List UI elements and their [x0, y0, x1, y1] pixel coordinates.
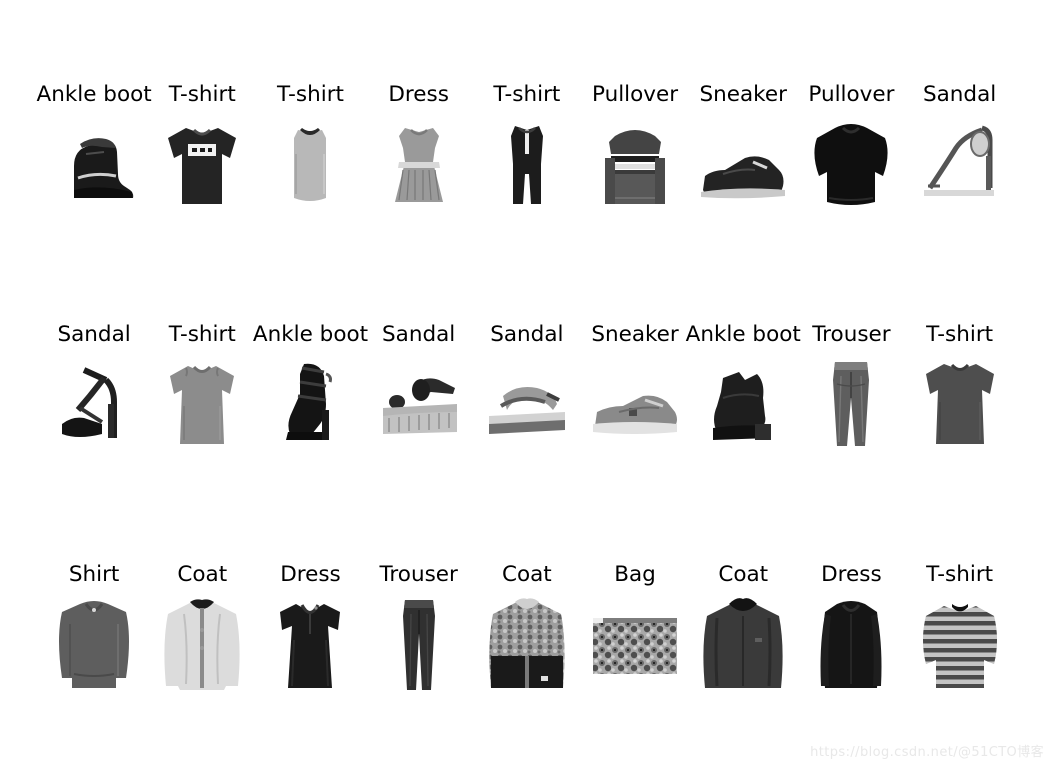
- sample-cell: T-shirt: [473, 62, 581, 302]
- sample-cell: Sneaker: [689, 62, 797, 302]
- sandal-flat-strap-icon: [476, 354, 577, 454]
- sample-label: Pullover: [591, 82, 679, 107]
- romper-dark-icon: [476, 114, 577, 214]
- tank-top-light-icon: [260, 114, 361, 214]
- sample-label: Coat: [177, 562, 228, 587]
- tshirt-striped-icon: [909, 594, 1010, 694]
- sandal-wedge-icon: [368, 354, 469, 454]
- dress-pleated-grey-icon: [368, 114, 469, 214]
- sample-label: T-shirt: [168, 82, 236, 107]
- bag-patterned-clutch-icon: [585, 594, 686, 694]
- sample-grid: Ankle boot T-shirt T-shirt Dress T-shirt…: [36, 62, 1014, 782]
- sample-label: Dress: [280, 562, 341, 587]
- sample-cell: Sandal: [40, 302, 148, 542]
- sample-label: T-shirt: [276, 82, 344, 107]
- sample-label: Sandal: [382, 322, 456, 347]
- fashion-mnist-sample-figure: Ankle boot T-shirt T-shirt Dress T-shirt…: [0, 0, 1054, 772]
- sample-cell: T-shirt: [148, 62, 256, 302]
- sample-label: Ankle boot: [252, 322, 369, 347]
- sample-cell: Ankle boot: [686, 302, 801, 542]
- sample-label: T-shirt: [493, 82, 561, 107]
- coat-patterned-hooded-icon: [476, 594, 577, 694]
- sample-label: Sandal: [57, 322, 131, 347]
- sample-label: Sandal: [922, 82, 997, 107]
- sample-label: Sneaker: [591, 322, 679, 347]
- sample-cell: T-shirt: [256, 62, 364, 302]
- tshirt-grey-short-sleeve-icon: [152, 354, 253, 454]
- sample-cell: Trouser: [797, 302, 905, 542]
- sample-cell: Bag: [581, 542, 689, 782]
- sample-cell: T-shirt: [906, 302, 1014, 542]
- sample-cell: Sandal: [473, 302, 581, 542]
- sample-label: T-shirt: [926, 322, 994, 347]
- tshirt-dark-grey-icon: [909, 354, 1010, 454]
- sample-cell: Shirt: [40, 542, 148, 782]
- sneaker-grey-low-icon: [585, 354, 686, 454]
- sample-cell: Pullover: [797, 62, 905, 302]
- ankle-boot-high-top-icon: [44, 114, 145, 214]
- trouser-jeans-icon: [801, 354, 902, 454]
- dress-dark-short-sleeve-icon: [260, 594, 361, 694]
- pullover-striped-icon: [585, 114, 686, 214]
- sample-cell: Sandal: [365, 302, 473, 542]
- sample-label: Trouser: [379, 562, 458, 587]
- sample-cell: Pullover: [581, 62, 689, 302]
- ankle-boot-heel-buckle-icon: [260, 354, 361, 454]
- sample-cell: T-shirt: [148, 302, 256, 542]
- sample-label: Bag: [614, 562, 656, 587]
- sample-label: T-shirt: [926, 562, 994, 587]
- dress-black-long-sleeve-icon: [801, 594, 902, 694]
- sample-cell: Coat: [148, 542, 256, 782]
- sample-cell: Trouser: [365, 542, 473, 782]
- sample-cell: Dress: [256, 542, 364, 782]
- sample-label: T-shirt: [168, 322, 236, 347]
- sample-cell: Ankle boot: [36, 62, 152, 302]
- sandal-platform-heel-icon: [44, 354, 145, 454]
- sample-label: Shirt: [68, 562, 120, 587]
- sneaker-low-dark-icon: [693, 114, 794, 214]
- sample-cell: Sneaker: [581, 302, 689, 542]
- tshirt-dark-graphic-icon: [152, 114, 253, 214]
- sample-cell: Coat: [473, 542, 581, 782]
- sample-label: Sneaker: [699, 82, 787, 107]
- sandal-heel-strappy-icon: [909, 114, 1010, 214]
- coat-light-hooded-icon: [152, 594, 253, 694]
- coat-dark-hooded-icon: [693, 594, 794, 694]
- sample-label: Coat: [501, 562, 552, 587]
- sample-label: Pullover: [808, 82, 895, 107]
- sample-label: Ankle boot: [36, 82, 152, 107]
- sample-row: Sandal T-shirt Ankle boot Sandal Sandal …: [40, 302, 1014, 542]
- sample-label: Dress: [821, 562, 882, 587]
- sample-row: Ankle boot T-shirt T-shirt Dress T-shirt…: [36, 62, 1014, 302]
- sample-cell: Dress: [365, 62, 473, 302]
- sample-cell: Sandal: [906, 62, 1014, 302]
- sample-label: Coat: [718, 562, 769, 587]
- trouser-slim-dark-icon: [368, 594, 469, 694]
- sample-label: Dress: [388, 82, 449, 107]
- sample-label: Trouser: [812, 322, 891, 347]
- shirt-longsleeve-grey-icon: [44, 594, 145, 694]
- ankle-boot-chelsea-icon: [693, 354, 794, 454]
- sample-cell: Coat: [689, 542, 797, 782]
- pullover-black-icon: [801, 114, 902, 214]
- watermark-text: https://blog.csdn.net/@51CTO博客: [810, 745, 1044, 760]
- sample-cell: Ankle boot: [253, 302, 368, 542]
- sample-label: Ankle boot: [685, 322, 801, 347]
- sample-label: Sandal: [490, 322, 564, 347]
